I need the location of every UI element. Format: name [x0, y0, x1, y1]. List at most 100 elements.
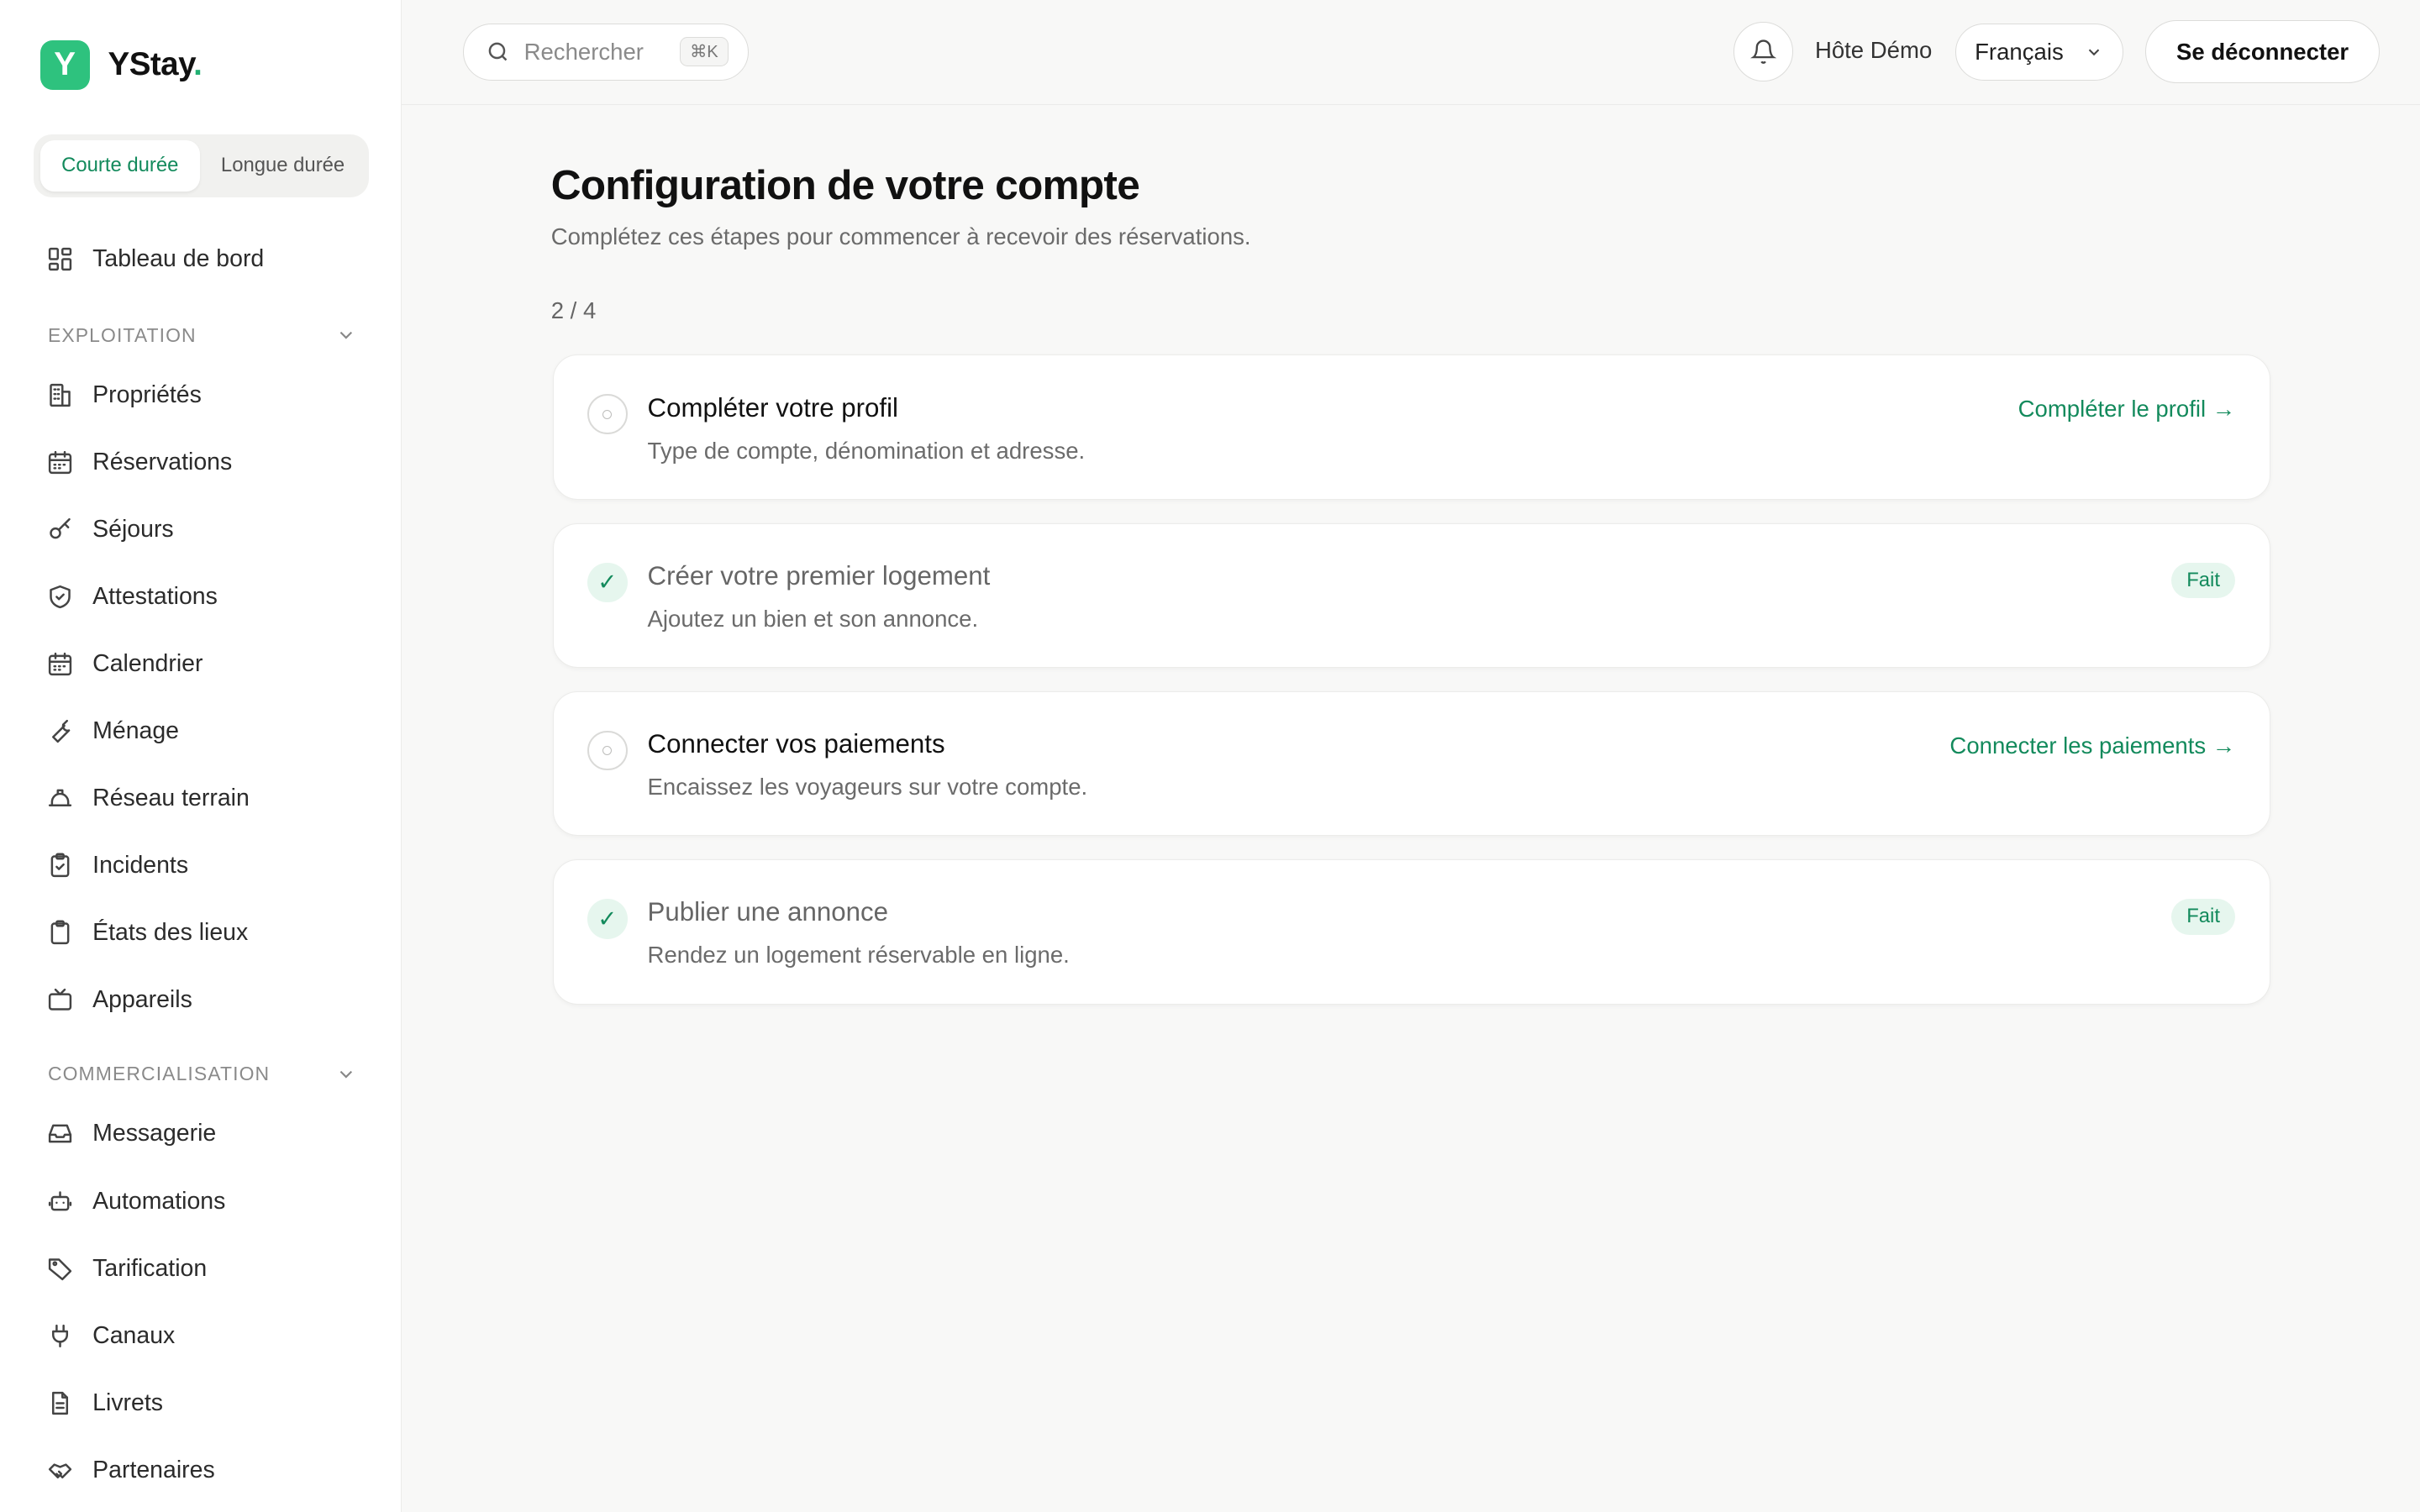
step-description: Type de compte, dénomination et adresse. — [647, 437, 1086, 464]
step-title: Connecter vos paiements — [647, 728, 945, 759]
bot-icon — [48, 1190, 72, 1210]
sidebar-item-label: Réservations — [92, 448, 233, 475]
key-icon — [50, 517, 71, 539]
pending-circle-icon — [587, 730, 628, 771]
sidebar-item-label: Tableau de bord — [92, 245, 265, 273]
sidebar-item-reservations[interactable]: Réservations — [46, 438, 371, 487]
sidebar-item-label: Réseau terrain — [92, 785, 250, 812]
sidebar-item-menage[interactable]: Ménage — [46, 706, 371, 756]
search-shortcut: ⌘K — [680, 37, 729, 66]
notifications-button[interactable] — [1733, 21, 1794, 82]
progress-counter: 2 / 4 — [550, 297, 597, 324]
page-title: Configuration de votre compte — [550, 161, 1140, 209]
setup-step-card[interactable]: Connecter vos paiements Encaissez les voy… — [552, 690, 2270, 837]
sidebar-item-partenaires[interactable]: Partenaires — [46, 1446, 371, 1495]
sidebar-item-label: Canaux — [92, 1321, 176, 1349]
mode-short-button[interactable]: Courte durée — [39, 140, 200, 192]
sidebar-item-attestations[interactable]: Attestations — [46, 572, 371, 622]
bell-icon — [1749, 39, 1776, 64]
sidebar-item-label: États des lieux — [92, 919, 249, 947]
inbox-icon — [48, 1125, 72, 1143]
handshake-icon — [48, 1463, 72, 1478]
step-done-badge: Fait — [2170, 898, 2236, 935]
setup-step-card: ✓ Créer votre premier logement Ajoutez un … — [552, 522, 2270, 669]
search-icon — [488, 42, 508, 61]
step-description: Encaissez les voyageurs sur votre compte… — [647, 774, 1088, 801]
sidebar-item-livrets[interactable]: Livrets — [46, 1378, 371, 1428]
step-description: Ajoutez un bien et son annonce. — [647, 605, 979, 632]
language-value: Français — [1975, 38, 2064, 65]
step-title: Compléter votre profil — [647, 392, 898, 423]
page-subtitle: Complétez ces étapes pour commencer à re… — [550, 223, 1251, 250]
sidebar-item-canaux[interactable]: Canaux — [46, 1311, 371, 1361]
section-label: EXPLOITATION — [47, 323, 197, 346]
sidebar-item-label: Automations — [92, 1187, 226, 1215]
step-title: Créer votre premier logement — [647, 560, 991, 591]
sidebar-item-label: Livrets — [92, 1389, 163, 1416]
sidebar-item-label: Partenaires — [92, 1456, 215, 1483]
sidebar-item-label: Incidents — [92, 852, 189, 879]
dashboard-icon — [48, 247, 72, 271]
tv-icon — [48, 989, 72, 1011]
plug-icon — [52, 1324, 69, 1347]
sidebar-item-sejours[interactable]: Séjours — [46, 505, 371, 554]
topbar: ⌘K Hôte Démo Français Se déconnecter — [401, 0, 2420, 105]
sidebar-item-reseau-terrain[interactable]: Réseau terrain — [46, 774, 371, 823]
sidebar-item-appareils[interactable]: Appareils — [46, 976, 371, 1026]
sidebar-item-label: Attestations — [92, 582, 218, 610]
file-icon — [52, 1391, 69, 1415]
step-action-link[interactable]: Compléter le profil → — [2018, 396, 2236, 423]
section-exploitation[interactable]: EXPLOITATION — [48, 324, 356, 347]
calendar-icon — [48, 652, 72, 676]
sidebar-item-dashboard[interactable]: Tableau de bord — [46, 234, 371, 284]
step-description: Rendez un logement réservable en ligne. — [647, 942, 1070, 969]
brand-dot: . — [193, 46, 203, 83]
main-content: ⌘K Hôte Démo Français Se déconnecter Con… — [401, 0, 2420, 1512]
step-action-link[interactable]: Connecter les paiements → — [1949, 732, 2235, 759]
chevron-down-icon — [339, 332, 352, 339]
chevron-down-icon — [339, 1071, 352, 1079]
check-icon: ✓ — [587, 898, 628, 939]
section-commercialisation[interactable]: COMMERCIALISATION — [48, 1063, 356, 1085]
brand[interactable]: Y YStay. — [39, 39, 203, 90]
section-label: COMMERCIALISATION — [47, 1063, 271, 1085]
sidebar-item-calendrier[interactable]: Calendrier — [46, 639, 371, 689]
check-icon: ✓ — [587, 562, 628, 603]
sidebar-item-label: Appareils — [92, 986, 192, 1014]
sidebar-item-tarification[interactable]: Tarification — [46, 1244, 371, 1294]
rental-mode-toggle: Courte durée Longue durée — [34, 134, 369, 198]
language-select[interactable]: Français — [1955, 23, 2124, 81]
sidebar-item-label: Messagerie — [92, 1120, 217, 1147]
search-input[interactable] — [523, 38, 666, 66]
setup-step-card[interactable]: Compléter votre profil Type de compte, dé… — [552, 354, 2270, 501]
clipboard-check-icon — [50, 853, 70, 878]
sidebar-item-label: Propriétés — [92, 381, 202, 408]
sidebar-item-label: Séjours — [92, 515, 174, 543]
user-name: Hôte Démo — [1814, 37, 1933, 64]
sidebar-item-etats-des-lieux[interactable]: États des lieux — [46, 908, 371, 958]
sidebar-item-messagerie[interactable]: Messagerie — [46, 1110, 371, 1159]
calendar-icon — [48, 450, 72, 474]
tag-icon — [48, 1257, 72, 1280]
sidebar-item-label: Calendrier — [92, 650, 203, 677]
step-title: Publier une annonce — [647, 897, 888, 927]
sidebar-item-label: Tarification — [92, 1254, 208, 1282]
step-done-badge: Fait — [2170, 562, 2236, 599]
building-icon — [50, 383, 71, 407]
brand-name-text: YStay — [108, 46, 194, 83]
sidebar-item-automations[interactable]: Automations — [46, 1177, 371, 1226]
mode-long-button[interactable]: Longue durée — [203, 140, 363, 192]
sidebar-item-proprietes[interactable]: Propriétés — [46, 370, 371, 420]
hardhat-icon — [48, 789, 72, 807]
brand-name: YStay. — [108, 46, 203, 83]
search-box[interactable]: ⌘K — [462, 23, 749, 81]
logo: Y — [39, 39, 90, 90]
logout-button[interactable]: Se déconnecter — [2145, 19, 2381, 84]
shield-icon — [50, 585, 71, 609]
sidebar-item-incidents[interactable]: Incidents — [46, 841, 371, 890]
wrench-icon — [52, 719, 71, 743]
pending-circle-icon — [587, 394, 628, 435]
chevron-down-icon — [2089, 49, 2100, 55]
sidebar: Y YStay. Courte durée Longue durée Table… — [0, 0, 402, 1512]
clipboard-icon — [50, 920, 70, 945]
